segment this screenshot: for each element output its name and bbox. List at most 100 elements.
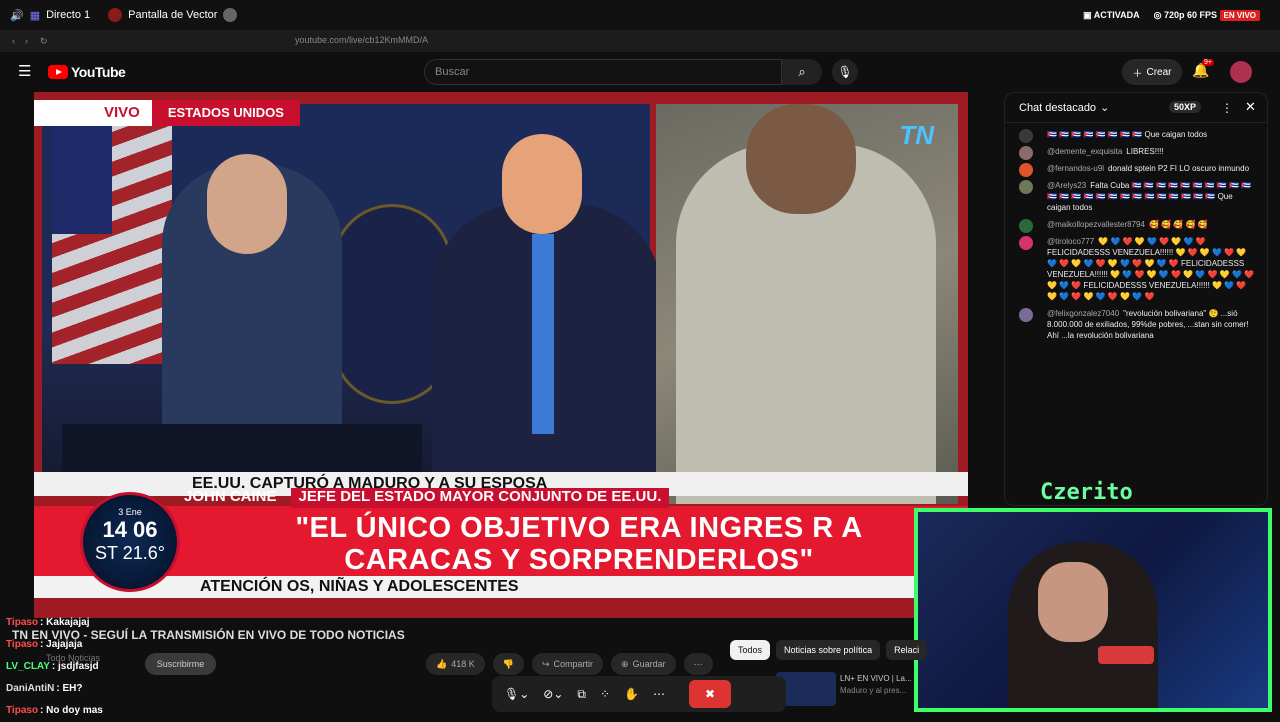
youtube-logo[interactable]: YouTube <box>48 64 126 80</box>
search-input[interactable]: Buscar <box>424 59 782 85</box>
speaker-bar: JOHN CAINE JEFE DEL ESTADO MAYOR CONJUNT… <box>184 488 670 508</box>
related-chips: Todos Noticias sobre política Relaci <box>730 640 928 660</box>
stream-chat-text: EH? <box>62 683 83 694</box>
stream-chat-text: Jajajaja <box>46 639 83 650</box>
avatar[interactable] <box>1230 61 1252 83</box>
like-button[interactable]: 👍 418 K <box>426 653 485 675</box>
share-button[interactable]: ↪ Compartir <box>531 653 604 675</box>
share-icon: ↪ <box>541 658 550 669</box>
scene-tab-label: Directo 1 <box>46 9 91 21</box>
stream-chat-line: Tipaso: Kakajajaj <box>6 617 90 628</box>
stream-chat-username: LV_CLAY <box>6 661 50 672</box>
reload-icon[interactable]: ↻ <box>40 36 48 47</box>
audio-mixer-icon: 🔊 <box>10 9 24 22</box>
avatar[interactable] <box>1019 236 1033 250</box>
avatar[interactable] <box>1019 129 1033 143</box>
search-button[interactable]: ⌕ <box>782 59 822 85</box>
scene-tab-directo[interactable]: 🔊 ▦ Directo 1 <box>10 9 90 22</box>
save-button[interactable]: ⊕ Guardar <box>611 653 676 675</box>
chat-username[interactable]: @Arelys23 <box>1047 181 1086 190</box>
thumbs-up-icon: 👍 <box>436 658 448 669</box>
stream-chat-line: DaniAntiN: EH? <box>6 683 83 694</box>
video-left-feed <box>42 104 662 494</box>
video-actions: 👍 418 K 👎 ↪ Compartir ⊕ Guardar ⋯ <box>426 653 713 675</box>
search-icon: ⌕ <box>798 64 806 79</box>
chat-message-list: 🇨🇺 🇨🇺 🇨🇺 🇨🇺 🇨🇺 🇨🇺 🇨🇺 🇨🇺 Que caigan todos… <box>1005 123 1267 345</box>
chip[interactable]: Todos <box>730 640 771 660</box>
vector-icon <box>108 8 123 22</box>
webcam-overlay <box>914 508 1272 712</box>
chat-username[interactable]: @tiroloco777 <box>1047 237 1094 246</box>
more-icon: ⋯ <box>693 658 703 669</box>
streamer-webcam <box>1008 542 1158 708</box>
video-player[interactable]: TN VIVO ESTADOS UNIDOS EE.UU. CAPTURÓ A … <box>34 92 968 618</box>
stop-share-button[interactable]: ✖ <box>689 680 731 708</box>
chat-text: donald sptein P2 FI LO oscuro inmundo <box>1108 164 1250 173</box>
ticker-text: ATENCIÓN OS, NIÑAS Y ADOLESCENTES <box>200 578 519 595</box>
forward-icon[interactable]: › <box>25 36 28 46</box>
address-bar[interactable]: youtube.com/live/cb12KmMMD/A <box>295 35 428 45</box>
chat-text: 🇨🇺 🇨🇺 🇨🇺 🇨🇺 🇨🇺 🇨🇺 🇨🇺 🇨🇺 Que caigan todos <box>1047 130 1208 139</box>
screen-share-toolbar: 🎙⌄ ⊘⌄ ⧉ ⁘ ✋ ⋯ ✖ <box>492 676 786 712</box>
settings-icon[interactable] <box>223 8 238 22</box>
chip[interactable]: Relaci <box>886 640 928 660</box>
back-icon[interactable]: ‹ <box>12 36 15 46</box>
chat-message: @fernandos-u9l donald sptein P2 FI LO osc… <box>1005 161 1267 178</box>
us-flag <box>52 124 172 364</box>
status-activated: ▣ ACTIVADA <box>1083 9 1140 20</box>
menu-icon[interactable]: ☰ <box>18 62 31 80</box>
suggested-subtitle: Maduro y al pres... <box>840 686 907 695</box>
chat-message: @tiroloco777 💛 💙 ❤️ 💛 💙 ❤️ 💛 💙 ❤️ FELICID… <box>1005 234 1267 306</box>
camera-off-icon[interactable]: ⊘⌄ <box>543 687 563 701</box>
quality-readout: ◎ 720p 60 FPS EN VIVO <box>1154 9 1260 21</box>
speaker-role: JEFE DEL ESTADO MAYOR CONJUNTO DE EE.UU. <box>290 488 670 508</box>
more-actions-button[interactable]: ⋯ <box>683 653 713 675</box>
close-icon[interactable]: ✕ <box>1245 99 1256 115</box>
stream-chat-text: Kakajajaj <box>46 617 90 628</box>
create-button[interactable]: ＋ Crear <box>1122 59 1182 85</box>
live-badge: EN VIVO <box>1219 9 1260 21</box>
youtube-play-icon <box>48 65 68 79</box>
suggested-title: LN+ EN VIVO | La... <box>840 674 912 683</box>
microphone-icon: 🎙 <box>837 65 853 79</box>
scene-icon: ▦ <box>29 9 41 22</box>
more-icon[interactable]: ⋯ <box>653 687 665 701</box>
present-icon[interactable]: ⧉ <box>577 687 586 702</box>
avatar[interactable] <box>1019 308 1033 322</box>
chat-username[interactable]: @fernandos-u9l <box>1047 164 1104 173</box>
live-tag: VIVO ESTADOS UNIDOS <box>34 100 300 126</box>
chat-username[interactable]: @demente_exquisita <box>1047 147 1122 156</box>
stream-chat-username: DaniAntiN <box>6 683 55 694</box>
chip[interactable]: Noticias sobre política <box>776 640 881 660</box>
captured-person <box>676 104 936 504</box>
tn-logo: TN <box>899 120 934 150</box>
chat-message: 🇨🇺 🇨🇺 🇨🇺 🇨🇺 🇨🇺 🇨🇺 🇨🇺 🇨🇺 Que caigan todos <box>1005 127 1267 144</box>
scene-tab-vector[interactable]: Pantalla de Vector <box>108 8 238 22</box>
speaker-president <box>432 134 662 494</box>
more-icon[interactable]: ⋮ <box>1221 101 1233 115</box>
stream-chat-text: No doy mas <box>46 705 103 716</box>
browser-toolbar: ‹ › ↻ youtube.com/live/cb12KmMMD/A <box>0 30 1280 52</box>
avatar[interactable] <box>1019 219 1033 233</box>
chat-username[interactable]: @felixgonzalez7040 <box>1047 309 1119 318</box>
obs-top-bar: 🔊 ▦ Directo 1 Pantalla de Vector ▣ ACTIV… <box>0 0 1280 30</box>
chat-message: @demente_exquisita LIBRES!!!! <box>1005 144 1267 161</box>
avatar[interactable] <box>1019 163 1033 177</box>
clock-widget: 3 Ene 14 06 ST 21.6° <box>80 492 180 592</box>
voice-search-button[interactable]: 🎙 <box>832 59 858 85</box>
notification-count: 9+ <box>1202 59 1214 66</box>
xp-badge[interactable]: 50XP <box>1169 101 1202 113</box>
avatar[interactable] <box>1019 180 1033 194</box>
avatar[interactable] <box>1019 146 1033 160</box>
chat-message: @Arelys23 Falta Cuba 🇨🇺 🇨🇺 🇨🇺 🇨🇺 🇨🇺 🇨🇺 🇨🇺… <box>1005 178 1267 217</box>
hand-icon[interactable]: ✋ <box>624 687 639 701</box>
chat-username[interactable]: @maikollopezvallester8794 <box>1047 220 1145 229</box>
stream-chat-text: jsdjfasjd <box>58 661 99 672</box>
microphone-icon[interactable]: 🎙⌄ <box>504 687 529 701</box>
stream-chat-overlay: Tipaso: Kakajajaj Tipaso: Jajajaja LV_CLAY… <box>6 612 246 722</box>
scene-tab-label: Pantalla de Vector <box>128 9 218 21</box>
dislike-button[interactable]: 👎 <box>492 653 524 675</box>
suggested-video[interactable]: LN+ EN VIVO | La... Maduro y al pres... <box>776 672 914 708</box>
microphone <box>1098 646 1154 664</box>
grid-icon[interactable]: ⁘ <box>600 687 610 701</box>
